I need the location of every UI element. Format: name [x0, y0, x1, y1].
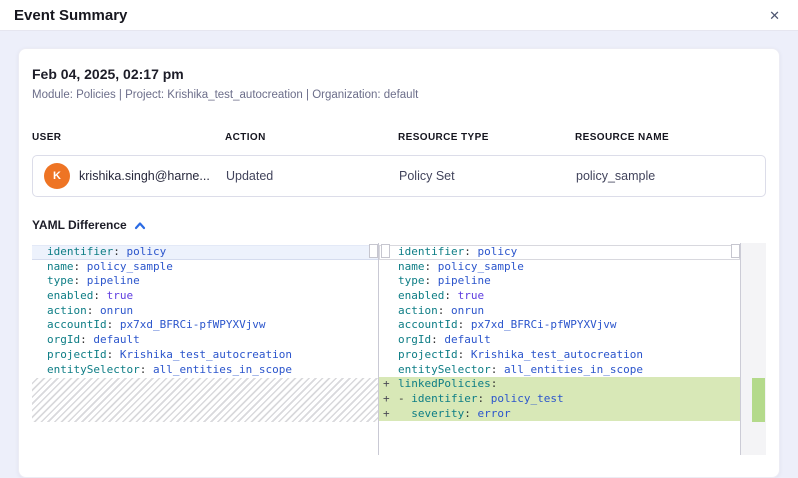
code-line: + severity: error — [379, 407, 740, 422]
code-line: entitySelector: all_entities_in_scope — [32, 363, 378, 378]
right-pane-left-scrollbar-thumb[interactable] — [381, 244, 390, 258]
code-line: type: pipeline — [32, 274, 378, 289]
code-line: +- identifier: policy_test — [379, 392, 740, 407]
code-line: projectId: Krishika_test_autocreation — [32, 348, 378, 363]
code-line: entitySelector: all_entities_in_scope — [379, 363, 740, 378]
column-header-resource-name: RESOURCE NAME — [575, 132, 766, 143]
left-scrollbar-thumb[interactable] — [369, 244, 378, 258]
column-header-user: USER — [32, 132, 225, 143]
column-header-resource-type: RESOURCE TYPE — [398, 132, 575, 143]
code-line: enabled: true — [32, 289, 378, 304]
diff-pane-modified[interactable]: identifier: policyname: policy_sampletyp… — [379, 243, 741, 455]
close-icon: ✕ — [769, 8, 780, 23]
diff-add-marker: + — [383, 407, 390, 422]
dialog-header: Event Summary ✕ — [0, 0, 798, 31]
code-line: type: pipeline — [379, 274, 740, 289]
event-timestamp: Feb 04, 2025, 02:17 pm — [32, 66, 766, 82]
column-header-action: ACTION — [225, 132, 398, 143]
code-line: enabled: true — [379, 289, 740, 304]
code-line: action: onrun — [379, 304, 740, 319]
user-cell: K krishika.singh@harne... — [33, 163, 226, 189]
resource-name-value: policy_sample — [576, 169, 765, 183]
yaml-difference-toggle[interactable]: YAML Difference — [32, 218, 146, 232]
resource-type-value: Policy Set — [399, 169, 576, 183]
diff-right-code: identifier: policyname: policy_sampletyp… — [379, 243, 740, 377]
event-card: Feb 04, 2025, 02:17 pm Module: Policies … — [18, 48, 780, 478]
code-line: orgId: default — [379, 333, 740, 348]
yaml-difference-label: YAML Difference — [32, 218, 127, 232]
yaml-diff-editor: identifier: policyname: policy_sampletyp… — [32, 243, 766, 455]
diff-add-marker: + — [383, 392, 390, 407]
chevron-up-icon — [134, 221, 146, 230]
code-line: name: policy_sample — [379, 260, 740, 275]
close-button[interactable]: ✕ — [767, 7, 782, 24]
event-context: Module: Policies | Project: Krishika_tes… — [32, 89, 766, 101]
code-line: name: policy_sample — [32, 260, 378, 275]
right-scrollbar-thumb[interactable] — [731, 244, 740, 258]
code-line: projectId: Krishika_test_autocreation — [379, 348, 740, 363]
code-line: +linkedPolicies: — [379, 377, 740, 392]
table-row: K krishika.singh@harne... Updated Policy… — [32, 155, 766, 197]
diff-added-block: +linkedPolicies:+- identifier: policy_te… — [379, 377, 740, 421]
code-line: accountId: px7xd_BFRCi-pfWPYXVjvw — [379, 318, 740, 333]
diff-placeholder-hatch — [32, 378, 378, 422]
diff-pane-original[interactable]: identifier: policyname: policy_sampletyp… — [32, 243, 378, 455]
audit-table-header: USER ACTION RESOURCE TYPE RESOURCE NAME — [32, 132, 766, 143]
overview-ruler-added-marker — [752, 378, 765, 422]
code-line: identifier: policy — [379, 245, 740, 260]
code-line: accountId: px7xd_BFRCi-pfWPYXVjvw — [32, 318, 378, 333]
dialog-title: Event Summary — [14, 7, 127, 24]
code-line: action: onrun — [32, 304, 378, 319]
diff-left-code: identifier: policyname: policy_sampletyp… — [32, 243, 378, 377]
code-line: orgId: default — [32, 333, 378, 348]
action-value: Updated — [226, 169, 399, 183]
user-email: krishika.singh@harne... — [79, 169, 210, 183]
diff-overview-ruler[interactable] — [741, 243, 766, 455]
diff-add-marker: + — [383, 377, 390, 392]
avatar: K — [44, 163, 70, 189]
code-line: identifier: policy — [32, 245, 378, 260]
